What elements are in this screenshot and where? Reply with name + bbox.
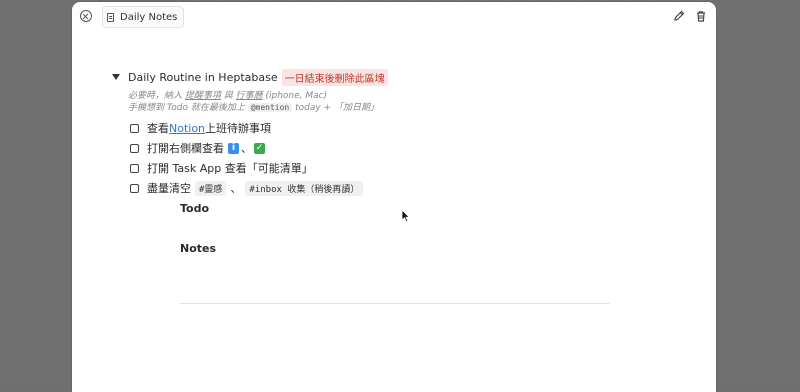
task-separator: 、 — [230, 182, 242, 195]
meta-text: (iphone, Mac) — [262, 91, 328, 101]
mouse-cursor-icon — [401, 209, 411, 223]
hashtag-chip[interactable]: #inbox 收集（稍後再讀） — [245, 180, 364, 196]
todo-heading: Todo — [180, 202, 210, 215]
hashtag-chip[interactable]: #靈感 — [195, 180, 227, 196]
task-checkbox[interactable] — [130, 163, 139, 173]
task-text: 打開右側欄查看 — [147, 142, 224, 155]
mention-code: @mention — [247, 103, 293, 112]
task-text: 打開 Task App 查看「可能清單」 — [147, 162, 313, 175]
tab-title: Daily Notes — [120, 11, 178, 23]
task-checkbox[interactable] — [130, 183, 139, 193]
task-list: 查看 Notion 上班待辦事項 打開右側欄查看 i、 ✓ 打開 Task App… — [130, 118, 538, 198]
calendar-link[interactable]: 行事曆 — [236, 91, 263, 101]
task-item: 查看 Notion 上班待辦事項 — [130, 118, 538, 138]
notion-link[interactable]: Notion — [169, 122, 205, 135]
toggle-block-header[interactable]: Daily Routine in Heptabase 一日結束後刪除此區塊 — [108, 66, 538, 88]
meta-text: today + 「加日期」 — [292, 103, 379, 113]
note-tab[interactable]: Daily Notes — [102, 6, 185, 28]
toggle-triangle-icon[interactable] — [112, 74, 120, 80]
task-checkbox[interactable] — [130, 123, 139, 133]
reminder-link[interactable]: 提醒事項 — [185, 91, 221, 101]
check-emoji-icon: ✓ — [254, 142, 265, 154]
task-text: 上班待辦事項 — [205, 122, 272, 135]
task-item: 打開右側欄查看 i、 ✓ — [130, 138, 538, 158]
task-text: 盡量清空 — [147, 182, 191, 195]
highlight-tag: 一日結束後刪除此區塊 — [281, 68, 388, 86]
meta-line-2: 手機想到 Todo 就在最後加上 @mention today + 「加日期」 — [128, 102, 538, 114]
document-icon — [107, 12, 114, 22]
meta-note: 必要時，納入 提醒事項 與 行事曆 (iphone, Mac) 手機想到 Tod… — [128, 90, 538, 114]
titlebar: Daily Notes — [72, 2, 716, 30]
meta-text: 必要時，納入 — [128, 91, 185, 101]
meta-line-1: 必要時，納入 提醒事項 與 行事曆 (iphone, Mac) — [128, 90, 538, 102]
divider — [180, 303, 610, 304]
task-checkbox[interactable] — [130, 143, 139, 153]
close-icon[interactable] — [80, 10, 92, 22]
meta-text: 手機想到 Todo 就在最後加上 — [128, 103, 248, 113]
task-text: 查看 — [147, 122, 169, 135]
task-item: 打開 Task App 查看「可能清單」 — [130, 158, 538, 178]
trash-icon[interactable] — [694, 9, 708, 23]
pencil-icon[interactable] — [672, 9, 686, 23]
meta-text: 與 — [220, 91, 236, 101]
note-content: Daily Routine in Heptabase 一日結束後刪除此區塊 必要… — [108, 66, 538, 198]
info-emoji-icon: i — [228, 142, 239, 154]
task-separator: 、 — [241, 142, 252, 155]
notes-heading: Notes — [180, 242, 217, 255]
toggle-title: Daily Routine in Heptabase — [128, 70, 278, 84]
task-item: 盡量清空 #靈感、 #inbox 收集（稍後再讀） — [130, 178, 538, 198]
